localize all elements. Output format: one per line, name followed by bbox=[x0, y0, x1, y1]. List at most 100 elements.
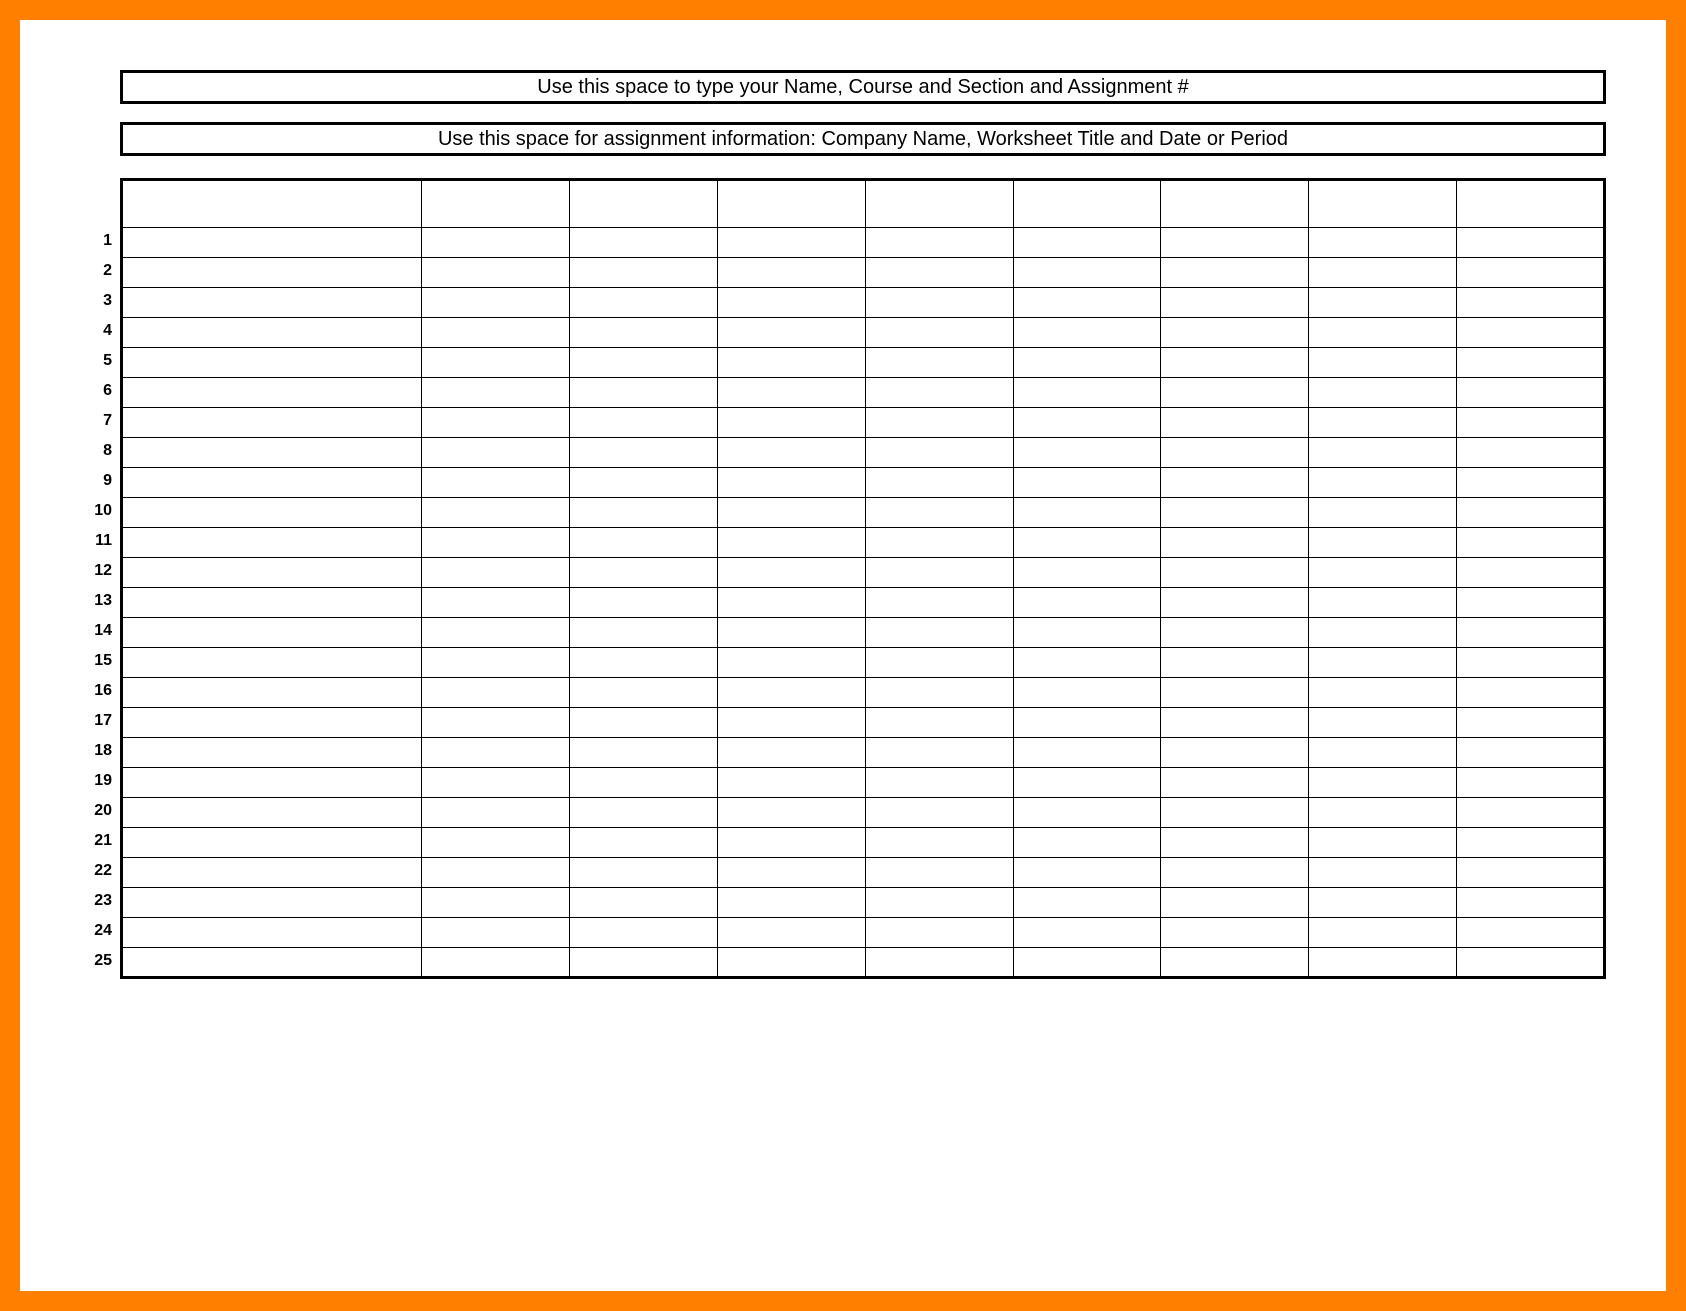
grid-cell[interactable] bbox=[1161, 768, 1309, 798]
grid-cell[interactable] bbox=[865, 648, 1013, 678]
grid-cell[interactable] bbox=[422, 258, 570, 288]
grid-cell[interactable] bbox=[865, 618, 1013, 648]
grid-cell[interactable] bbox=[717, 378, 865, 408]
grid-cell[interactable] bbox=[1161, 678, 1309, 708]
grid-cell[interactable] bbox=[1013, 678, 1161, 708]
grid-cell[interactable] bbox=[1161, 618, 1309, 648]
grid-cell[interactable] bbox=[865, 468, 1013, 498]
grid-cell[interactable] bbox=[1309, 918, 1457, 948]
grid-cell[interactable] bbox=[717, 288, 865, 318]
grid-cell[interactable] bbox=[717, 468, 865, 498]
grid-cell[interactable] bbox=[1161, 468, 1309, 498]
grid-cell[interactable] bbox=[1161, 558, 1309, 588]
grid-cell[interactable] bbox=[422, 228, 570, 258]
grid-cell[interactable] bbox=[1013, 258, 1161, 288]
grid-cell[interactable] bbox=[1013, 408, 1161, 438]
grid-cell[interactable] bbox=[422, 798, 570, 828]
grid-cell[interactable] bbox=[1161, 528, 1309, 558]
grid-cell[interactable] bbox=[1457, 888, 1605, 918]
grid-cell[interactable] bbox=[865, 768, 1013, 798]
grid-cell[interactable] bbox=[865, 348, 1013, 378]
grid-cell[interactable] bbox=[422, 318, 570, 348]
grid-column-header[interactable] bbox=[422, 180, 570, 228]
grid-cell[interactable] bbox=[122, 498, 422, 528]
grid-cell[interactable] bbox=[569, 258, 717, 288]
grid-cell[interactable] bbox=[865, 378, 1013, 408]
grid-cell[interactable] bbox=[422, 738, 570, 768]
grid-cell[interactable] bbox=[717, 798, 865, 828]
grid-cell[interactable] bbox=[1457, 588, 1605, 618]
grid-cell[interactable] bbox=[422, 828, 570, 858]
grid-cell[interactable] bbox=[865, 948, 1013, 978]
grid-cell[interactable] bbox=[1161, 318, 1309, 348]
grid-cell[interactable] bbox=[1457, 228, 1605, 258]
grid-cell[interactable] bbox=[1457, 288, 1605, 318]
grid-cell[interactable] bbox=[865, 708, 1013, 738]
grid-cell[interactable] bbox=[422, 288, 570, 318]
grid-cell[interactable] bbox=[1457, 528, 1605, 558]
grid-cell[interactable] bbox=[1457, 708, 1605, 738]
grid-cell[interactable] bbox=[422, 768, 570, 798]
assignment-info-header[interactable]: Use this space for assignment informatio… bbox=[120, 122, 1606, 156]
grid-cell[interactable] bbox=[717, 498, 865, 528]
grid-cell[interactable] bbox=[569, 678, 717, 708]
grid-cell[interactable] bbox=[1161, 438, 1309, 468]
grid-cell[interactable] bbox=[865, 588, 1013, 618]
grid-cell[interactable] bbox=[1013, 828, 1161, 858]
grid-cell[interactable] bbox=[865, 918, 1013, 948]
grid-cell[interactable] bbox=[865, 678, 1013, 708]
grid-cell[interactable] bbox=[422, 648, 570, 678]
grid-cell[interactable] bbox=[717, 408, 865, 438]
grid-cell[interactable] bbox=[1457, 918, 1605, 948]
grid-cell[interactable] bbox=[1013, 648, 1161, 678]
grid-cell[interactable] bbox=[122, 828, 422, 858]
grid-cell[interactable] bbox=[1457, 738, 1605, 768]
grid-cell[interactable] bbox=[1013, 588, 1161, 618]
grid-cell[interactable] bbox=[122, 378, 422, 408]
grid-cell[interactable] bbox=[1013, 438, 1161, 468]
grid-cell[interactable] bbox=[1161, 378, 1309, 408]
grid-cell[interactable] bbox=[1013, 318, 1161, 348]
grid-cell[interactable] bbox=[569, 708, 717, 738]
grid-cell[interactable] bbox=[1161, 228, 1309, 258]
grid-cell[interactable] bbox=[122, 708, 422, 738]
grid-cell[interactable] bbox=[569, 558, 717, 588]
grid-cell[interactable] bbox=[422, 528, 570, 558]
grid-cell[interactable] bbox=[569, 858, 717, 888]
grid-cell[interactable] bbox=[1161, 738, 1309, 768]
grid-cell[interactable] bbox=[1309, 258, 1457, 288]
grid-cell[interactable] bbox=[1457, 498, 1605, 528]
grid-cell[interactable] bbox=[1457, 438, 1605, 468]
grid-cell[interactable] bbox=[1309, 318, 1457, 348]
grid-cell[interactable] bbox=[122, 258, 422, 288]
grid-column-header[interactable] bbox=[122, 180, 422, 228]
grid-cell[interactable] bbox=[1013, 888, 1161, 918]
grid-cell[interactable] bbox=[1013, 348, 1161, 378]
grid-cell[interactable] bbox=[422, 918, 570, 948]
grid-cell[interactable] bbox=[1013, 378, 1161, 408]
grid-cell[interactable] bbox=[422, 408, 570, 438]
grid-cell[interactable] bbox=[122, 888, 422, 918]
grid-cell[interactable] bbox=[865, 438, 1013, 468]
grid-cell[interactable] bbox=[717, 678, 865, 708]
grid-cell[interactable] bbox=[1309, 678, 1457, 708]
grid-cell[interactable] bbox=[717, 318, 865, 348]
grid-cell[interactable] bbox=[865, 828, 1013, 858]
grid-cell[interactable] bbox=[1309, 348, 1457, 378]
grid-cell[interactable] bbox=[1457, 558, 1605, 588]
grid-cell[interactable] bbox=[865, 318, 1013, 348]
grid-cell[interactable] bbox=[865, 798, 1013, 828]
grid-cell[interactable] bbox=[1309, 228, 1457, 258]
grid-cell[interactable] bbox=[865, 228, 1013, 258]
grid-cell[interactable] bbox=[1013, 948, 1161, 978]
grid-cell[interactable] bbox=[717, 228, 865, 258]
grid-cell[interactable] bbox=[569, 768, 717, 798]
grid-cell[interactable] bbox=[1013, 558, 1161, 588]
grid-cell[interactable] bbox=[1309, 948, 1457, 978]
grid-cell[interactable] bbox=[717, 438, 865, 468]
grid-cell[interactable] bbox=[122, 588, 422, 618]
grid-cell[interactable] bbox=[1309, 438, 1457, 468]
grid-cell[interactable] bbox=[569, 348, 717, 378]
grid-cell[interactable] bbox=[1457, 258, 1605, 288]
grid-cell[interactable] bbox=[1013, 798, 1161, 828]
